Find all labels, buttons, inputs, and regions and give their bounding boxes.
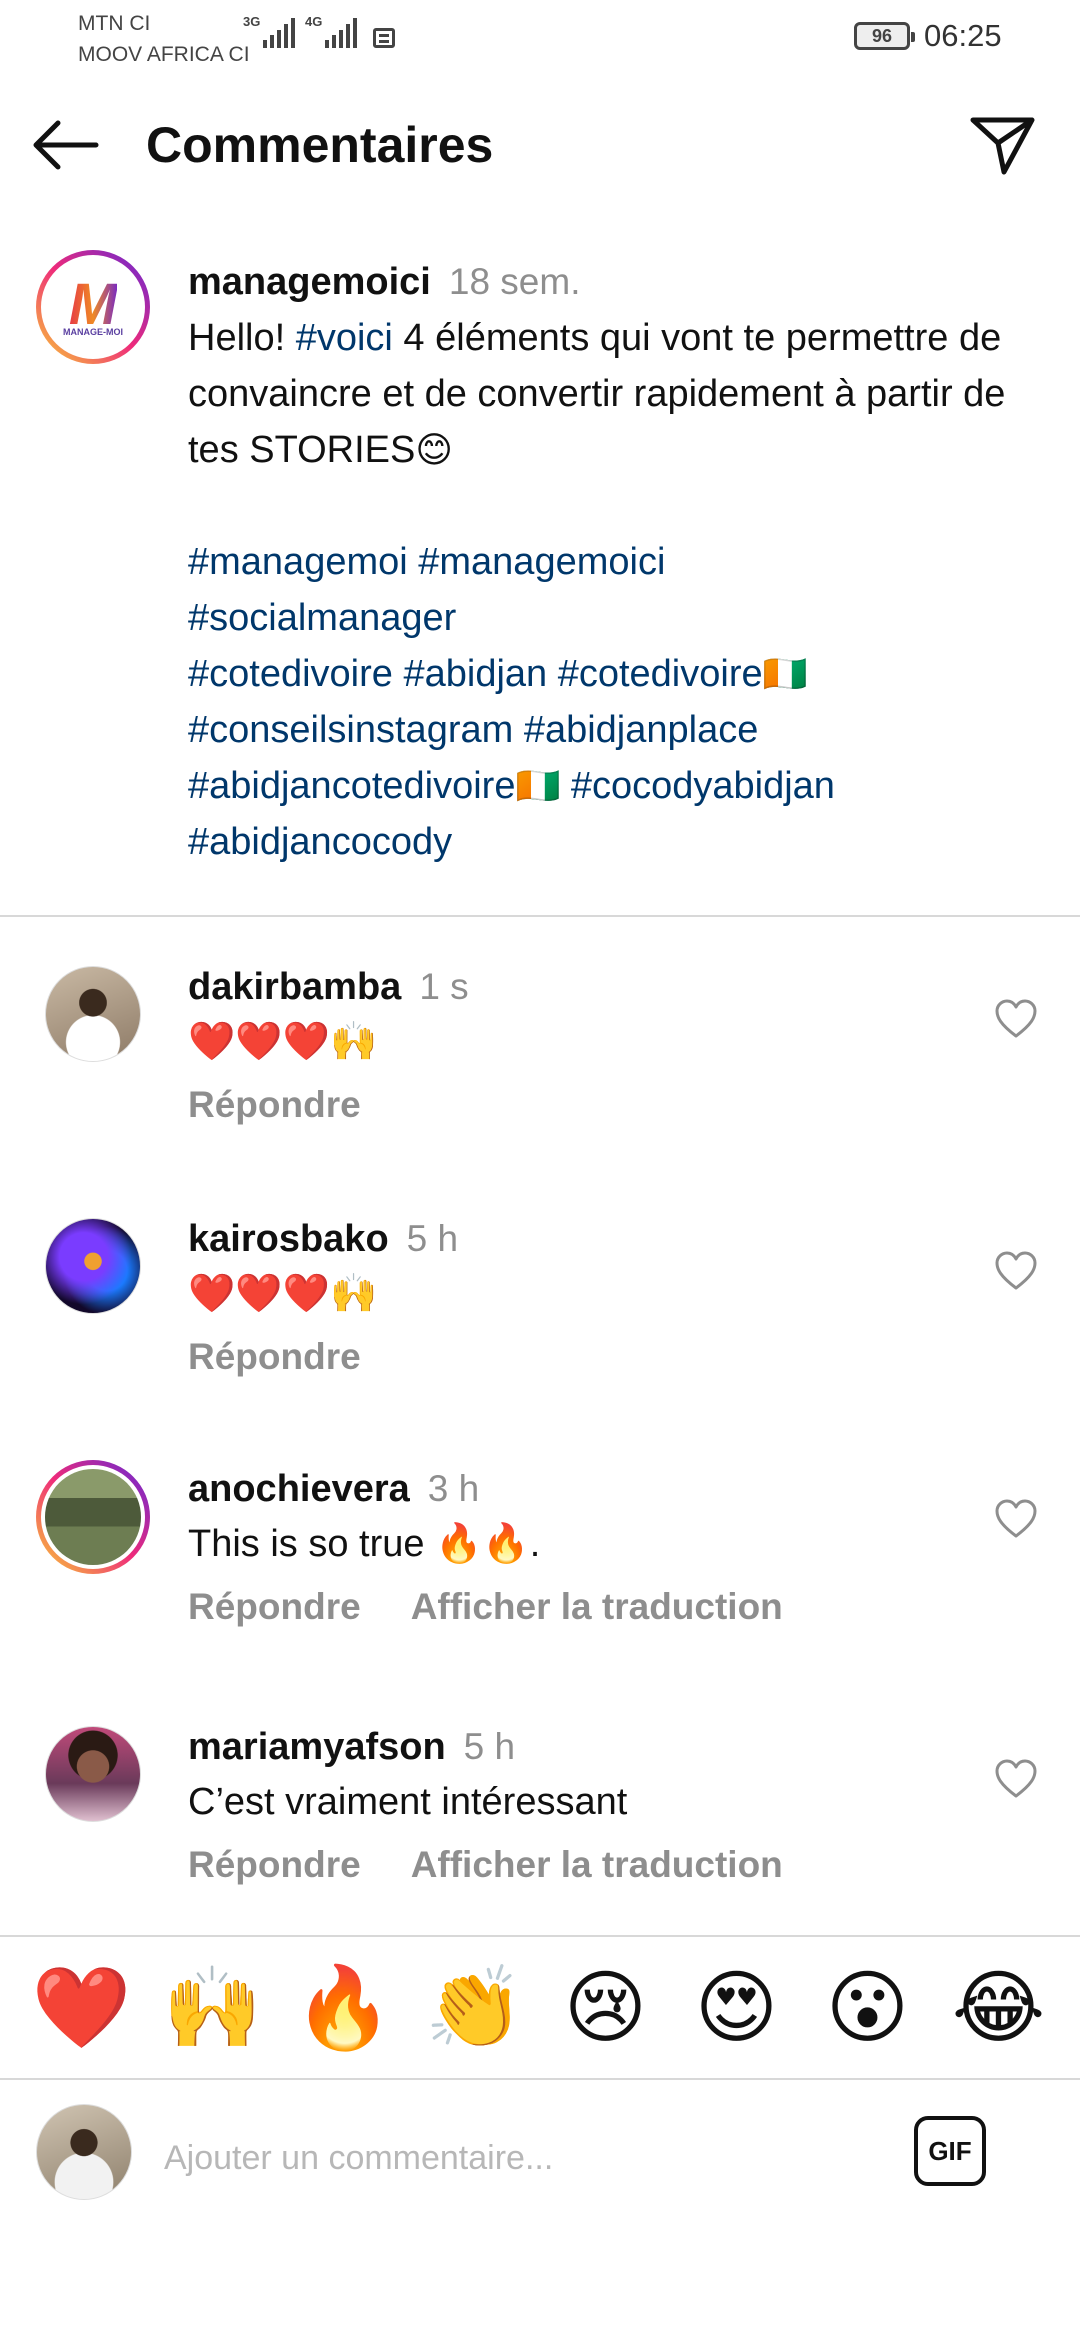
- page-title: Commentaires: [146, 117, 494, 173]
- hashtag-link[interactable]: #abidjancocody: [188, 821, 452, 863]
- logo-text: MANAGE-MOI: [63, 327, 123, 337]
- reply-button[interactable]: Répondre: [188, 1332, 361, 1382]
- emoji-heart-button[interactable]: ❤️: [27, 1958, 137, 2058]
- quick-emoji-bar: ❤️ 🙌 🔥 👏 😢 😍 😮 😂: [0, 1938, 1080, 2078]
- comment-time: 5 h: [463, 1726, 516, 1767]
- header: Commentaires: [0, 90, 1080, 200]
- comment-item: mariamyafson 5 h C’est vraiment intéressa…: [0, 1718, 1080, 1938]
- comment-username[interactable]: kairosbako: [188, 1218, 389, 1260]
- status-bar: MTN CI MOOV AFRICA CI 3G 4G 96 06:25: [0, 0, 1080, 80]
- hashtag-link[interactable]: #abidjanplace: [524, 709, 759, 751]
- caption-text-start: Hello!: [188, 317, 296, 359]
- carrier-1: MTN CI: [78, 12, 151, 35]
- comment-body: mariamyafson 5 h C’est vraiment intéressa…: [188, 1720, 968, 1890]
- comment-composer: GIF: [0, 2082, 1080, 2222]
- comment-username[interactable]: anochievera: [188, 1468, 410, 1510]
- managemoi-logo: M MANAGE-MOI: [45, 259, 141, 355]
- comment-username[interactable]: mariamyafson: [188, 1726, 446, 1768]
- flag-emoji: 🇨🇮: [515, 765, 561, 806]
- signal-2-icon: 4G: [305, 14, 357, 48]
- emoji-clap-button[interactable]: 👏: [420, 1958, 530, 2058]
- comment-text: This is so true 🔥🔥.: [188, 1523, 541, 1565]
- caption-username[interactable]: managemoici: [188, 261, 431, 303]
- hashtag-link[interactable]: #abidjancotedivoire: [188, 765, 515, 807]
- comment-body: anochievera 3 h This is so true 🔥🔥. Répon…: [188, 1462, 968, 1632]
- comment-time: 3 h: [427, 1468, 480, 1509]
- caption-divider: [0, 915, 1080, 917]
- caption-text: Hello! #voici 4 éléments qui vont te per…: [188, 310, 1038, 478]
- comment-time: 5 h: [406, 1218, 459, 1259]
- comment-time: 1 s: [419, 966, 469, 1007]
- emoji-heart-eyes-button[interactable]: 😍: [682, 1958, 792, 2058]
- signal-indicators: 3G 4G: [243, 14, 395, 48]
- reply-button[interactable]: Répondre: [188, 1582, 361, 1632]
- reply-button[interactable]: Répondre: [188, 1080, 361, 1130]
- caption-hashtags: #managemoi #managemoici #socialmanager #…: [188, 534, 1038, 870]
- avatar[interactable]: [36, 1460, 150, 1574]
- hashtag-link[interactable]: #cotedivoire: [558, 653, 763, 695]
- battery-icon: 96: [854, 22, 915, 50]
- composer-top-divider: [0, 2078, 1080, 2080]
- emoji-bar-top-divider: [0, 1935, 1080, 1937]
- share-button[interactable]: [968, 108, 1048, 184]
- current-user-avatar: [36, 2104, 132, 2200]
- comment-username[interactable]: dakirbamba: [188, 966, 401, 1008]
- comment-text: C’est vraiment intéressant: [188, 1781, 628, 1823]
- network-type-1: 3G: [243, 14, 261, 29]
- comment-item: anochievera 3 h This is so true 🔥🔥. Répon…: [0, 1460, 1080, 1680]
- hashtag-link[interactable]: #voici: [296, 317, 393, 359]
- battery-level: 96: [871, 25, 893, 46]
- heart-icon[interactable]: [994, 1250, 1038, 1294]
- emoji-raised-hands-button[interactable]: 🙌: [158, 1958, 268, 2058]
- signal-1-icon: 3G: [243, 14, 295, 48]
- emoji-fire-button[interactable]: 🔥: [289, 1958, 399, 2058]
- smile-emoji: 😊: [415, 429, 453, 470]
- emoji-surprised-button[interactable]: 😮: [813, 1958, 923, 2058]
- flag-emoji: 🇨🇮: [762, 653, 808, 694]
- avatar[interactable]: [45, 966, 141, 1062]
- avatar-photo: [45, 1469, 141, 1565]
- comment-body: kairosbako 5 h ❤️❤️❤️🙌 Répondre: [188, 1212, 968, 1382]
- carrier-names: MTN CI MOOV AFRICA CI: [78, 8, 250, 70]
- comment-item: dakirbamba 1 s ❤️❤️❤️🙌 Répondre: [0, 958, 1080, 1178]
- arrow-left-icon: [33, 120, 99, 170]
- heart-icon[interactable]: [994, 998, 1038, 1042]
- hashtag-link[interactable]: #conseilsinstagram: [188, 709, 513, 751]
- hashtag-link[interactable]: #managemoi: [188, 541, 408, 583]
- emoji-crying-button[interactable]: 😢: [551, 1958, 661, 2058]
- comment-input[interactable]: [164, 2118, 884, 2198]
- avatar[interactable]: [45, 1726, 141, 1822]
- emoji-laughing-button[interactable]: 😂: [944, 1958, 1054, 2058]
- caption-body: managemoici 18 sem. Hello! #voici 4 éléme…: [188, 254, 1038, 870]
- paper-plane-icon: [970, 117, 1035, 175]
- heart-icon[interactable]: [994, 1758, 1038, 1802]
- translate-button[interactable]: Afficher la traduction: [411, 1582, 783, 1632]
- comment-item: kairosbako 5 h ❤️❤️❤️🙌 Répondre: [0, 1210, 1080, 1430]
- comment-text: ❤️❤️❤️🙌: [188, 1021, 378, 1063]
- author-avatar[interactable]: M MANAGE-MOI: [36, 250, 150, 364]
- hashtag-link[interactable]: #abidjan: [403, 653, 547, 695]
- avatar[interactable]: [45, 1218, 141, 1314]
- hashtag-link[interactable]: #managemoici: [418, 541, 665, 583]
- reply-button[interactable]: Répondre: [188, 1840, 361, 1890]
- gif-button[interactable]: GIF: [914, 2116, 986, 2186]
- back-button[interactable]: [30, 110, 110, 180]
- caption-time: 18 sem.: [448, 261, 581, 302]
- clock: 06:25: [924, 18, 1002, 53]
- network-type-2: 4G: [305, 14, 323, 29]
- comment-body: dakirbamba 1 s ❤️❤️❤️🙌 Répondre: [188, 960, 968, 1130]
- comment-text: ❤️❤️❤️🙌: [188, 1273, 378, 1315]
- translate-button[interactable]: Afficher la traduction: [411, 1840, 783, 1890]
- message-notification-icon: [373, 28, 395, 48]
- hashtag-link[interactable]: #socialmanager: [188, 597, 456, 639]
- hashtag-link[interactable]: #cotedivoire: [188, 653, 393, 695]
- heart-icon[interactable]: [994, 1498, 1038, 1542]
- hashtag-link[interactable]: #cocodyabidjan: [571, 765, 835, 807]
- carrier-2: MOOV AFRICA CI: [78, 43, 250, 66]
